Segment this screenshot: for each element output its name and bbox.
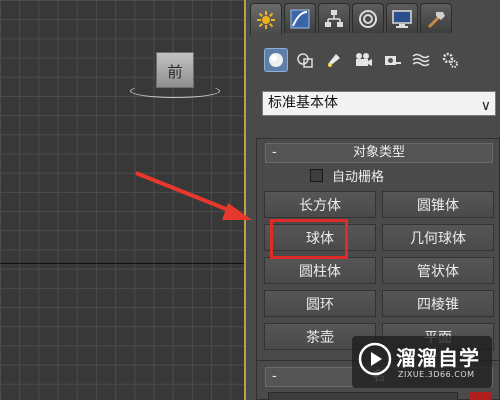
watermark-brand: 溜溜自学: [396, 346, 480, 370]
viewport-axis-line: [0, 263, 246, 264]
shapes-subtab[interactable]: [293, 48, 317, 72]
category-selected-value: 标准基本体: [268, 95, 338, 111]
viewcube[interactable]: 前: [156, 52, 194, 88]
monitor-icon: [392, 9, 412, 28]
cameras-subtab[interactable]: [351, 48, 375, 72]
geometry-sphere-icon: [269, 53, 283, 67]
box-button[interactable]: 长方体: [264, 191, 376, 218]
create-tab[interactable]: [250, 3, 282, 35]
utilities-tab[interactable]: [420, 3, 452, 33]
watermark-url: ZIXUE.3D66.COM: [398, 370, 475, 379]
autogrid-checkbox[interactable]: [310, 168, 323, 182]
pyramid-button[interactable]: 四棱锥: [382, 290, 494, 317]
display-tab[interactable]: [386, 3, 418, 33]
create-icon: [257, 10, 275, 29]
viewport[interactable]: 前: [0, 0, 246, 400]
object-color-swatch[interactable]: [470, 392, 492, 400]
watermark: 溜溜自学 ZIXUE.3D66.COM: [352, 336, 492, 388]
hammer-icon: [427, 11, 445, 28]
viewcube-compass-ring[interactable]: [130, 84, 220, 98]
tape-measure-icon: [385, 56, 401, 65]
viewcube-face-label: 前: [167, 63, 183, 81]
gears-icon: [442, 52, 458, 68]
lights-subtab[interactable]: [322, 48, 346, 72]
hierarchy-tab[interactable]: [318, 3, 350, 33]
modify-tab[interactable]: [284, 3, 316, 33]
cone-button[interactable]: 圆锥体: [382, 191, 494, 218]
chevron-down-icon: ∨: [480, 98, 491, 114]
primitive-category-dropdown[interactable]: 标准基本体 ∨: [262, 91, 496, 116]
geosphere-button[interactable]: 几何球体: [382, 224, 494, 251]
object-name-input[interactable]: [268, 392, 458, 400]
light-bulb-icon: [328, 54, 340, 67]
motion-icon: [359, 9, 377, 28]
cylinder-button[interactable]: 圆柱体: [264, 257, 376, 284]
command-panel-tabs: [250, 3, 452, 35]
sphere-highlight-box: [270, 219, 348, 259]
spacewarps-subtab[interactable]: [409, 48, 433, 72]
tube-button[interactable]: 管状体: [382, 257, 494, 284]
systems-subtab[interactable]: [438, 48, 462, 72]
shapes-icon: [297, 53, 313, 68]
geometry-subtab[interactable]: [264, 48, 288, 72]
camera-icon: [356, 53, 372, 66]
object-type-rollout-header[interactable]: - 对象类型: [265, 143, 493, 163]
torus-button[interactable]: 圆环: [264, 290, 376, 317]
geometry-subcategory-bar: [264, 48, 462, 72]
waves-icon: [412, 53, 430, 67]
autogrid-label: 自动栅格: [332, 169, 385, 185]
helpers-subtab[interactable]: [380, 48, 404, 72]
play-logo-icon: [358, 342, 392, 376]
rollout-title: 对象类型: [352, 145, 405, 160]
hierarchy-icon: [325, 9, 343, 27]
modify-curve-icon: [290, 9, 310, 28]
autogrid-option[interactable]: 自动栅格: [310, 166, 385, 185]
motion-tab[interactable]: [352, 3, 384, 33]
